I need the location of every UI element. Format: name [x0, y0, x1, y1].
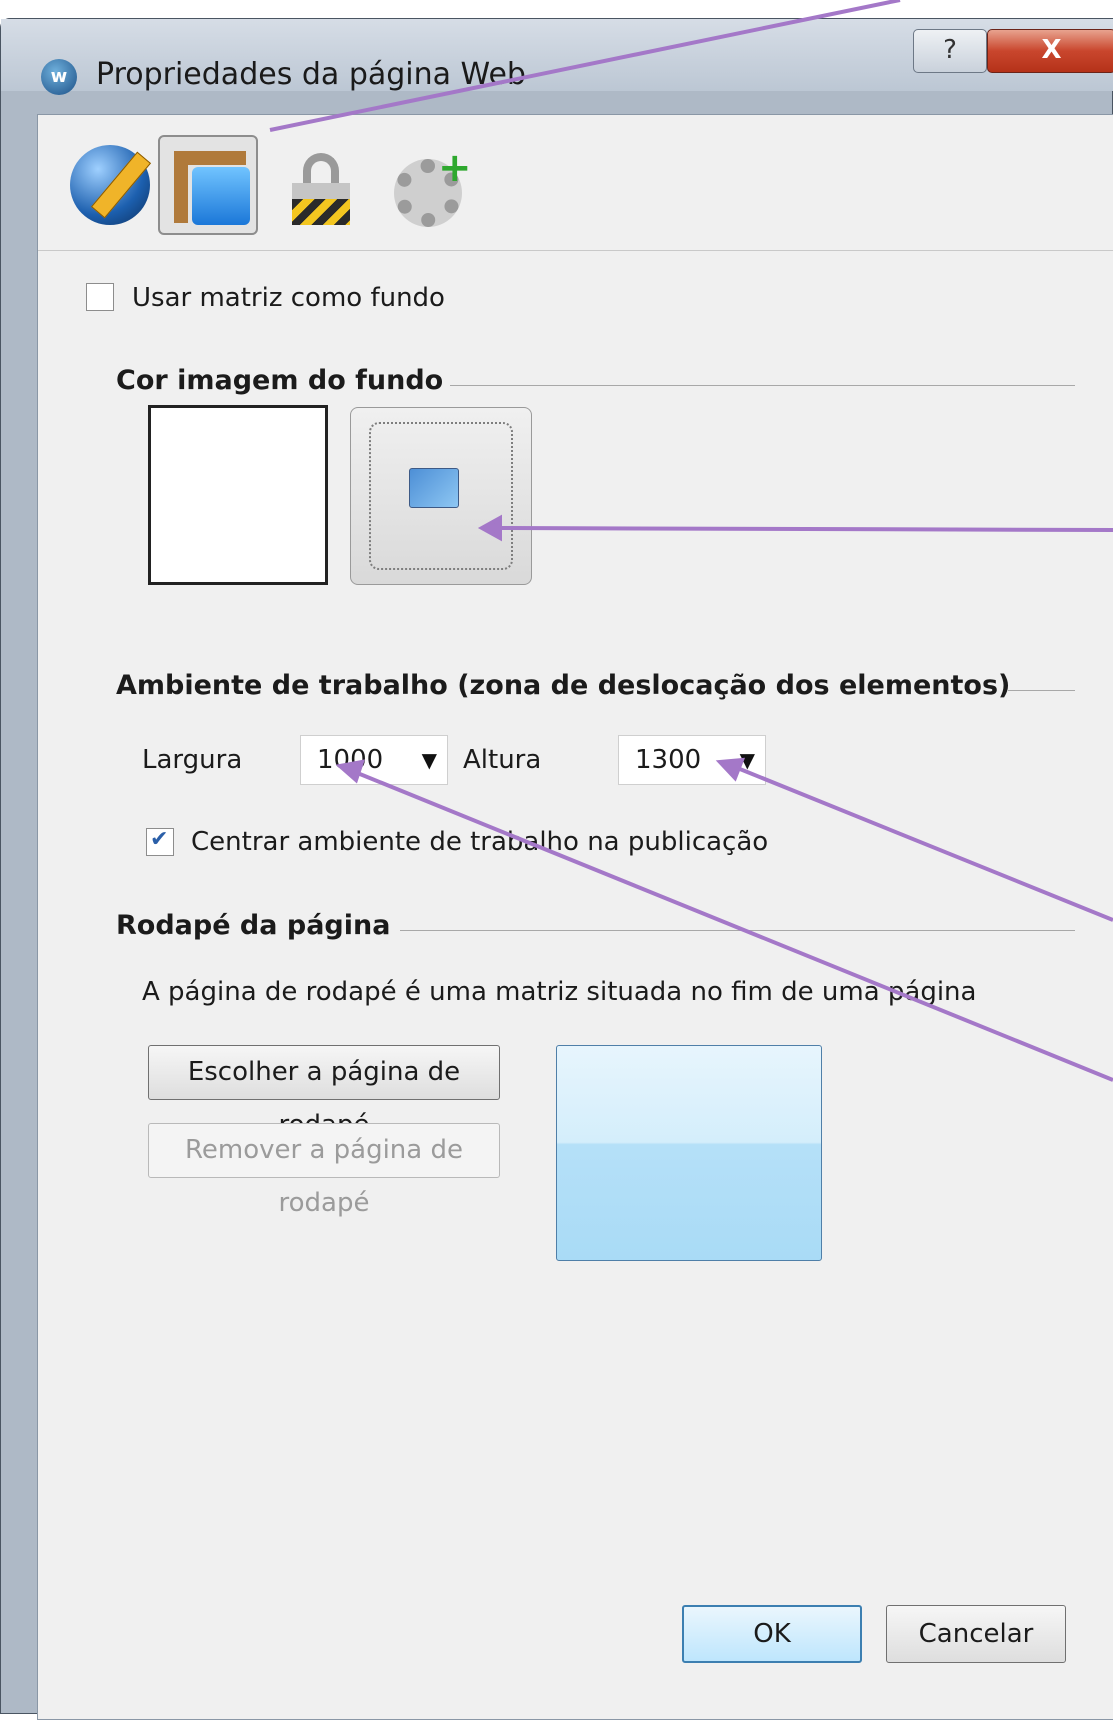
width-label: Largura	[142, 745, 243, 775]
background-section-title: Cor imagem do fundo	[116, 365, 444, 396]
use-master-label: Usar matriz como fundo	[132, 283, 445, 313]
lock-icon	[292, 183, 350, 225]
center-workspace-checkbox[interactable]	[146, 827, 174, 856]
remove-footer-button[interactable]: Remover a página de rodapé	[148, 1123, 500, 1218]
help-button[interactable]: ?	[913, 29, 987, 73]
height-value: 1300	[635, 745, 702, 775]
center-workspace-label: Centrar ambiente de trabalho na publicaç…	[191, 827, 769, 857]
tab-security[interactable]	[268, 135, 368, 235]
footer-description: A página de rodapé é uma matriz situada …	[142, 977, 977, 1007]
chevron-down-icon[interactable]: ▼	[422, 736, 437, 784]
title-bar[interactable]: w Propriedades da página Web ? X	[1, 19, 1113, 95]
background-section-divider	[450, 385, 1075, 386]
height-combobox[interactable]: 1300 ▼	[618, 735, 766, 785]
background-color-swatch[interactable]	[148, 405, 328, 585]
width-value: 1000	[317, 745, 384, 775]
use-master-checkbox[interactable]	[86, 283, 114, 311]
footer-preview	[556, 1045, 822, 1261]
workspace-section-divider	[1008, 690, 1075, 691]
ok-button[interactable]: OK	[682, 1605, 862, 1663]
plus-icon: +	[438, 145, 472, 191]
tab-advanced[interactable]: +	[372, 135, 472, 235]
footer-section-title: Rodapé da página	[116, 910, 391, 941]
image-browse-icon	[409, 468, 459, 508]
close-button[interactable]: X	[987, 29, 1113, 73]
width-combobox[interactable]: 1000 ▼	[300, 735, 448, 785]
height-label: Altura	[463, 745, 542, 775]
tab-general[interactable]	[56, 135, 156, 235]
dialog-window: w Propriedades da página Web ? X + Usar …	[0, 18, 1113, 1720]
cancel-button[interactable]: Cancelar	[886, 1605, 1066, 1663]
background-image-button[interactable]	[350, 407, 532, 585]
dialog-body: + Usar matriz como fundo Cor imagem do f…	[37, 114, 1113, 1720]
footer-section-divider	[400, 930, 1075, 931]
dialog-title: Propriedades da página Web	[96, 57, 526, 92]
chevron-down-icon[interactable]: ▼	[740, 736, 755, 784]
tab-layout[interactable]	[158, 135, 258, 235]
workspace-section-title: Ambiente de trabalho (zona de deslocação…	[116, 670, 1011, 701]
category-toolbar: +	[38, 115, 1113, 251]
choose-footer-button[interactable]: Escolher a página de rodapé	[148, 1045, 500, 1140]
app-icon: w	[41, 59, 77, 95]
layout-blue-panel-icon	[192, 167, 250, 225]
